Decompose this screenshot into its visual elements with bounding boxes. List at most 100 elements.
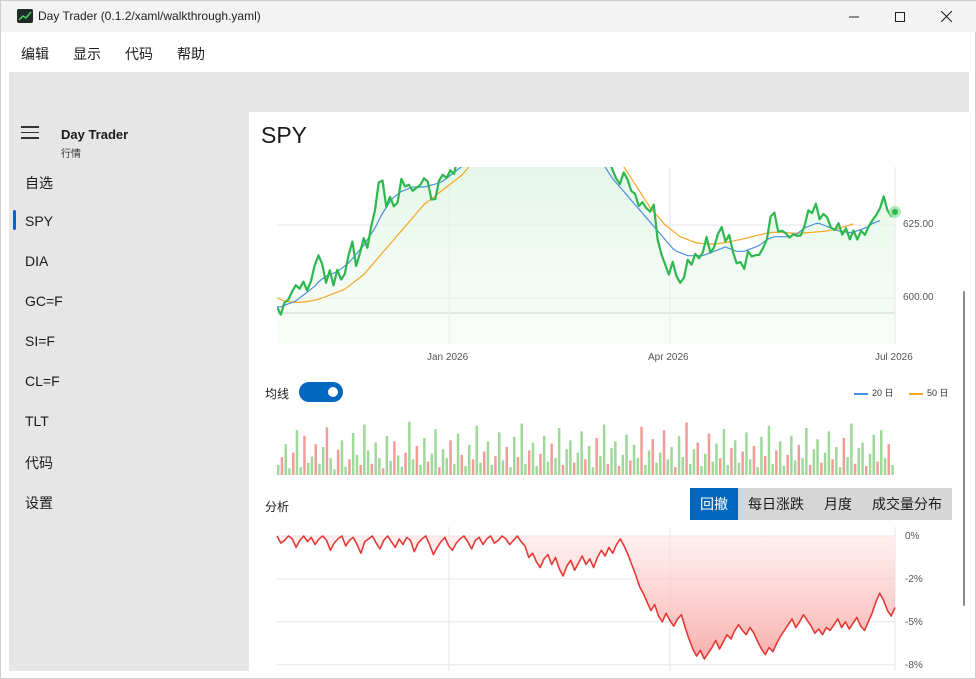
volume-bar: [883, 458, 887, 475]
volume-bar: [666, 459, 669, 475]
volume-bar: [748, 459, 752, 475]
volume-bar: [823, 452, 827, 475]
sidebar-item-code[interactable]: 代码: [25, 453, 53, 473]
volume-bar: [468, 444, 471, 475]
volume-bar: [295, 430, 299, 475]
volume-bar: [449, 440, 452, 475]
tab-drawdown[interactable]: 回撤: [690, 488, 738, 520]
volume-bar: [670, 447, 673, 475]
volume-bar: [741, 451, 744, 475]
volume-bar: [318, 463, 321, 475]
volume-bar: [730, 448, 733, 475]
volume-bar: [580, 431, 583, 475]
volume-bar: [891, 464, 894, 475]
volume-bar: [595, 438, 598, 475]
volume-bar: [479, 462, 482, 475]
app-chart-icon: [17, 9, 33, 23]
volume-bar: [790, 435, 793, 475]
legend-ma20: 20 日: [854, 386, 894, 399]
hamburger-menu-icon[interactable]: [21, 126, 39, 140]
sidebar-item-gc[interactable]: GC=F: [25, 293, 63, 309]
volume-bar: [793, 460, 797, 475]
sidebar-item-watchlist[interactable]: 自选: [25, 173, 53, 193]
sidebar-item-settings[interactable]: 设置: [25, 493, 53, 513]
tab-volume-profile[interactable]: 成交量分布: [862, 488, 952, 520]
title-bar[interactable]: Day Trader (0.1.2/xaml/walkthrough.yaml): [1, 1, 976, 32]
sidebar: Day Trader 行情 自选 SPY DIA GC=F SI=F CL=F …: [9, 112, 249, 671]
volume-bar: [850, 423, 853, 475]
volume-bar: [277, 464, 280, 475]
volume-bar: [756, 467, 759, 475]
menu-view[interactable]: 显示: [73, 44, 101, 64]
close-button[interactable]: [923, 1, 969, 32]
app-subtitle: 行情: [61, 149, 81, 160]
volume-bar: [719, 458, 722, 475]
volume-bar: [733, 440, 737, 475]
volume-bar: [617, 466, 621, 475]
volume-bar: [629, 460, 632, 475]
minimize-button[interactable]: [831, 1, 877, 32]
volume-bar: [546, 461, 550, 475]
volume-bar: [438, 467, 441, 475]
tab-daily-change[interactable]: 每日涨跌: [738, 488, 814, 520]
volume-bar: [393, 441, 396, 475]
x-tick-label: Jan 2026: [427, 352, 469, 363]
ma-toggle[interactable]: [299, 382, 343, 402]
volume-bar: [359, 464, 362, 475]
volume-bar: [411, 459, 415, 475]
volume-bar: [846, 457, 849, 475]
tab-monthly[interactable]: 月度: [814, 488, 862, 520]
menu-help[interactable]: 帮助: [177, 44, 205, 64]
volume-bar: [550, 443, 553, 475]
legend-ma20-label: 20 日: [872, 388, 894, 398]
menu-code[interactable]: 代码: [125, 44, 153, 64]
volume-bar: [516, 457, 520, 475]
menu-edit[interactable]: 编辑: [21, 44, 49, 64]
volume-bar: [415, 445, 419, 475]
volume-bar: [299, 467, 302, 475]
dd-tick-label: -5%: [905, 617, 923, 628]
volume-bar: [310, 456, 314, 475]
volume-bar: [763, 456, 767, 475]
sidebar-item-spy[interactable]: SPY: [25, 213, 53, 229]
volume-bar: [430, 453, 434, 475]
sidebar-item-si[interactable]: SI=F: [25, 333, 55, 349]
volume-bar: [524, 463, 527, 475]
volume-bar: [280, 457, 284, 475]
volume-bar: [531, 442, 535, 475]
toolbar-band: [9, 72, 969, 112]
maximize-button[interactable]: [877, 1, 923, 32]
price-chart[interactable]: [249, 112, 969, 372]
last-price-dot: [892, 208, 898, 215]
volume-bar: [542, 435, 546, 475]
minimize-icon: [849, 16, 859, 17]
volume-bar: [644, 464, 647, 475]
selected-indicator: [13, 210, 16, 230]
volume-bar: [520, 423, 523, 475]
dd-tick-label: 0%: [905, 531, 920, 542]
sidebar-item-cl[interactable]: CL=F: [25, 373, 60, 389]
volume-bar: [887, 444, 890, 475]
volume-bar: [434, 429, 437, 475]
sidebar-item-tlt[interactable]: TLT: [25, 413, 49, 429]
volume-bar: [805, 428, 808, 475]
volume-bar: [314, 444, 317, 475]
volume-bar: [674, 467, 677, 475]
volume-bar: [647, 450, 651, 475]
volume-bar: [333, 469, 336, 475]
scrollbar[interactable]: [963, 291, 965, 606]
volume-bar: [857, 448, 860, 475]
volume-bar: [441, 449, 445, 475]
volume-bar: [722, 429, 726, 475]
volume-bar: [737, 462, 741, 475]
volume-bar: [366, 450, 370, 475]
volume-bar: [370, 463, 374, 475]
sidebar-item-dia[interactable]: DIA: [25, 253, 48, 269]
volume-bar: [606, 463, 610, 475]
volume-bar: [599, 456, 602, 475]
volume-bar: [569, 440, 572, 475]
volume-bar: [348, 459, 351, 475]
volume-bar: [835, 447, 838, 475]
volume-bar: [340, 440, 344, 475]
menu-bar: 编辑 显示 代码 帮助: [9, 32, 969, 72]
